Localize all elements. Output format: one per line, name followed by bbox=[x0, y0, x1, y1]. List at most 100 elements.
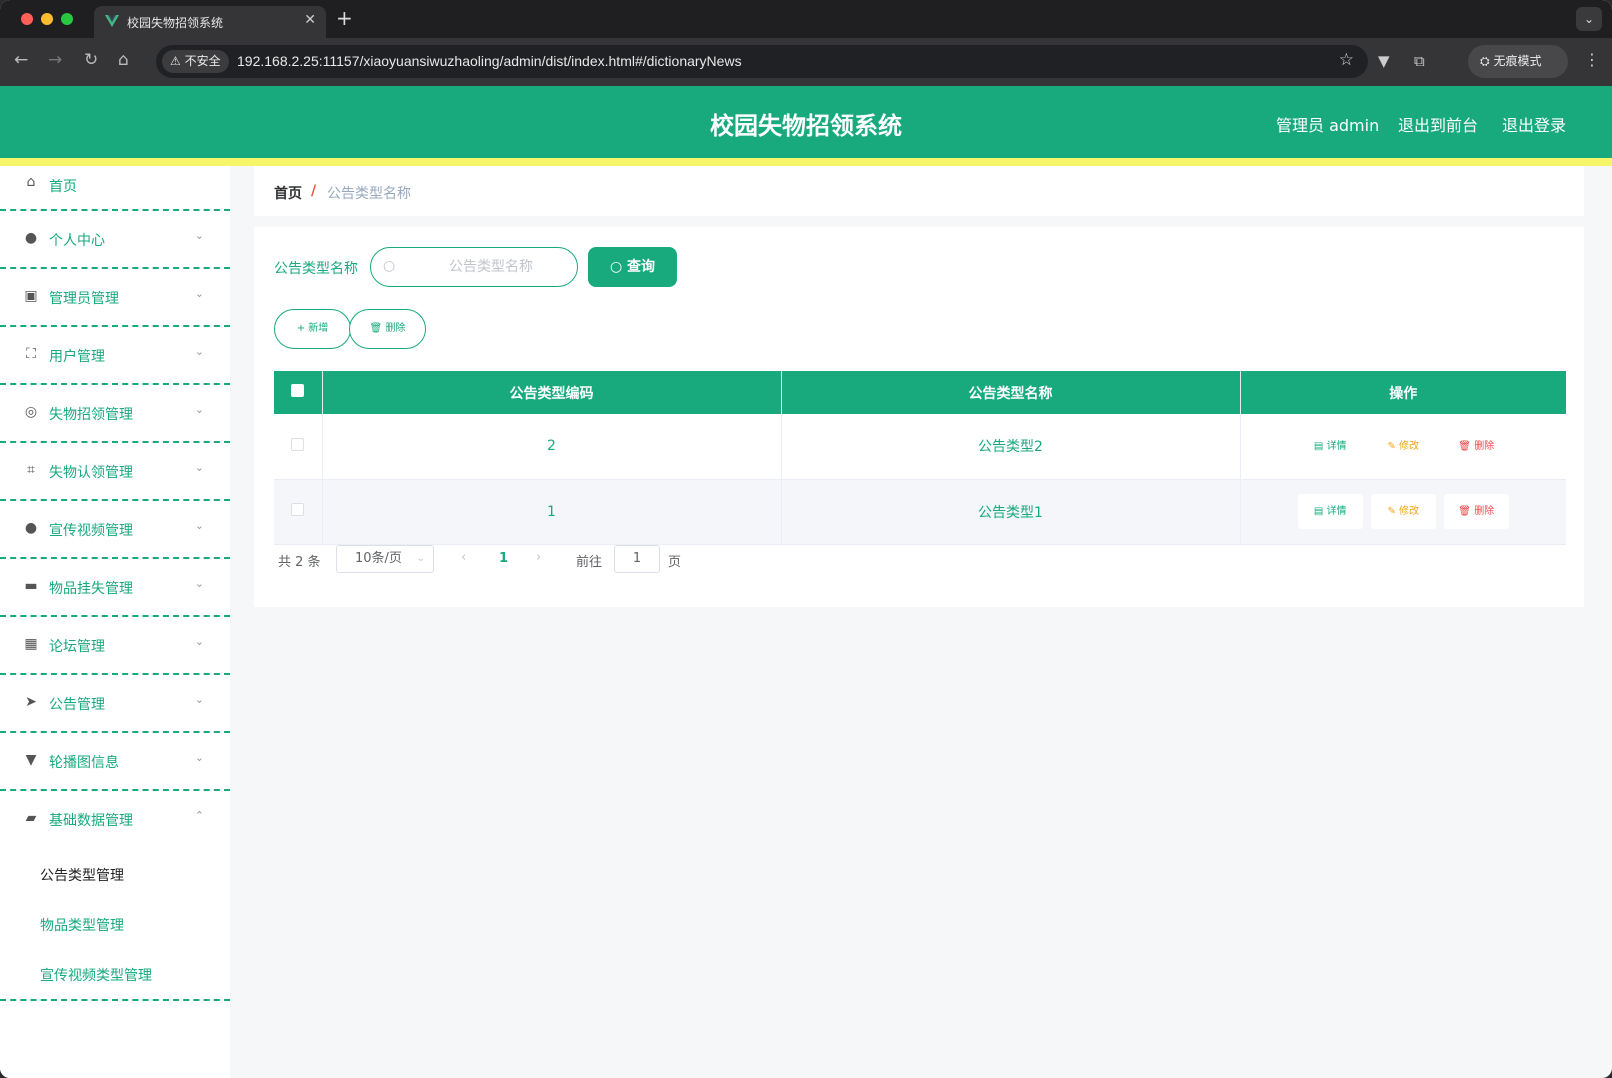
batch-delete-button[interactable]: 🗑 删除 bbox=[349, 309, 426, 349]
page-number-current[interactable]: 1 bbox=[499, 551, 508, 566]
vue-devtools-icon[interactable]: ▼ bbox=[1378, 52, 1390, 70]
reload-icon[interactable]: ↻ bbox=[84, 50, 98, 70]
sidebar-subitem-item-type[interactable]: 物品类型管理 bbox=[0, 899, 230, 949]
grid-icon: ▦ bbox=[24, 636, 38, 652]
sidebar-item-carousel-info[interactable]: ▼ 轮播图信息 ⌄ bbox=[0, 733, 230, 791]
sidebar-item-notice-management[interactable]: ➤ 公告管理 ⌄ bbox=[0, 675, 230, 733]
sidebar-item-claim-management[interactable]: ⌗ 失物认领管理 ⌄ bbox=[0, 443, 230, 501]
row-checkbox[interactable] bbox=[291, 437, 305, 451]
home-icon[interactable]: ⌂ bbox=[118, 50, 129, 70]
sidebar-item-user-management[interactable]: ⛶ 用户管理 ⌄ bbox=[0, 327, 230, 385]
browser-menu-icon[interactable]: ⋮ bbox=[1584, 50, 1600, 69]
detail-button[interactable]: ▤ 详情 bbox=[1298, 429, 1363, 464]
row-select-cell bbox=[274, 414, 323, 480]
row-checkbox[interactable] bbox=[291, 503, 305, 516]
goto-page-input[interactable]: 1 bbox=[614, 545, 660, 573]
column-header-code[interactable]: 公告类型编码 bbox=[322, 371, 782, 414]
new-tab-button[interactable]: + bbox=[336, 6, 353, 30]
chevron-down-icon: ⌄ bbox=[194, 577, 204, 590]
detail-label: 详情 bbox=[1326, 506, 1347, 517]
minimize-window-button[interactable] bbox=[41, 13, 53, 25]
sidebar-item-forum-management[interactable]: ▦ 论坛管理 ⌄ bbox=[0, 617, 230, 675]
tab-search-button[interactable]: ⌄ bbox=[1576, 7, 1602, 31]
column-header-name[interactable]: 公告类型名称 bbox=[781, 371, 1241, 414]
sidebar-subitem-video-type[interactable]: 宣传视频类型管理 bbox=[0, 949, 230, 999]
incognito-badge[interactable]: ⛭ 无痕模式 bbox=[1468, 45, 1568, 78]
incognito-label: 无痕模式 bbox=[1493, 54, 1542, 68]
detail-button[interactable]: ▤ 详情 bbox=[1297, 494, 1363, 529]
maximize-window-button[interactable] bbox=[61, 13, 73, 25]
goto-label: 前往 bbox=[576, 555, 603, 570]
detail-label: 详情 bbox=[1326, 440, 1347, 452]
trash-icon: 🗑 bbox=[369, 323, 383, 334]
breadcrumb-separator: / bbox=[311, 183, 317, 199]
tab-close-icon[interactable]: ✕ bbox=[304, 12, 316, 28]
admin-user-label: 管理员 admin bbox=[1276, 116, 1380, 135]
url-text[interactable]: 192.168.2.25:11157/xiaoyuansiwuzhaoling/… bbox=[237, 53, 742, 69]
app-header: 校园失物招领系统 管理员 admin 退出到前台 退出登录 bbox=[0, 86, 1612, 158]
sidebar-item-label: 失物认领管理 bbox=[49, 465, 133, 481]
sidebar-item-lost-found-management[interactable]: ◎ 失物招领管理 ⌄ bbox=[0, 385, 230, 443]
address-bar[interactable]: ⚠ 不安全 192.168.2.25:11157/xiaoyuansiwuzha… bbox=[156, 45, 1368, 78]
back-arrow-icon[interactable]: ← bbox=[14, 50, 28, 70]
chevron-down-icon: ⌄ bbox=[194, 229, 204, 242]
chevron-down-icon: ⌄ bbox=[194, 461, 204, 474]
sidebar-item-label: 个人中心 bbox=[49, 233, 105, 249]
sidebar-item-label: 基础数据管理 bbox=[49, 813, 133, 829]
briefcase-icon: ▬ bbox=[24, 578, 38, 594]
sidebar-item-base-data-management[interactable]: ▰ 基础数据管理 ⌃ bbox=[0, 791, 230, 849]
security-badge[interactable]: ⚠ 不安全 bbox=[162, 50, 229, 73]
browser-tab[interactable]: 校园失物招领系统 ✕ bbox=[94, 6, 326, 38]
logout-link[interactable]: 退出登录 bbox=[1502, 112, 1566, 136]
sidebar-subitem-label: 公告类型管理 bbox=[40, 868, 124, 884]
chevron-down-icon: ⌄ bbox=[194, 693, 204, 706]
cell-actions: ▤ 详情 ✎ 修改 🗑 删除 bbox=[1240, 479, 1566, 545]
edit-icon: ✎ bbox=[1387, 506, 1396, 517]
sidebar-item-label: 管理员管理 bbox=[49, 291, 119, 307]
search-input[interactable] bbox=[411, 256, 571, 278]
next-page-button[interactable]: › bbox=[536, 550, 541, 565]
chevron-down-icon: ⌄ bbox=[194, 345, 204, 358]
sidebar-item-home[interactable]: ⌂ 首页 bbox=[0, 166, 230, 211]
edit-label: 修改 bbox=[1399, 440, 1420, 452]
prev-page-button[interactable]: ‹ bbox=[461, 550, 466, 565]
edit-button[interactable]: ✎ 修改 bbox=[1371, 429, 1436, 464]
search-icon: ○ bbox=[609, 259, 623, 275]
bookmark-star-icon[interactable]: ☆ bbox=[1339, 50, 1354, 70]
delete-row-button[interactable]: 🗑 删除 bbox=[1444, 429, 1509, 464]
sidebar-item-promo-video-management[interactable]: ● 宣传视频管理 ⌄ bbox=[0, 501, 230, 559]
browser-window: 校园失物招领系统 ✕ + ⌄ ← → ↻ ⌂ ⚠ 不安全 192.168.2.2… bbox=[0, 0, 1612, 1078]
cell-code: 2 bbox=[322, 414, 782, 480]
breadcrumb-home[interactable]: 首页 bbox=[274, 183, 302, 203]
document-icon: ▤ bbox=[1313, 440, 1324, 452]
pagination-total: 共 2 条 bbox=[278, 555, 321, 570]
chevron-down-icon: ⌄ bbox=[194, 287, 204, 300]
edit-label: 修改 bbox=[1399, 506, 1420, 517]
close-window-button[interactable] bbox=[21, 13, 33, 25]
query-button[interactable]: ○ 查询 bbox=[588, 247, 677, 287]
ticket-icon: ▰ bbox=[25, 810, 37, 826]
sidebar-subitem-notice-type[interactable]: 公告类型管理 bbox=[0, 849, 230, 899]
sidebar-item-loss-report-management[interactable]: ▬ 物品挂失管理 ⌄ bbox=[0, 559, 230, 617]
table-row: 2 公告类型2 ▤ 详情 ✎ 修改 🗑 删除 bbox=[274, 414, 1566, 480]
trash-icon: 🗑 bbox=[1458, 506, 1471, 517]
edit-button[interactable]: ✎ 修改 bbox=[1370, 494, 1436, 529]
sidebar-item-label: 用户管理 bbox=[49, 349, 105, 365]
add-button[interactable]: + 新增 bbox=[274, 309, 351, 349]
document-icon: ▤ bbox=[1313, 506, 1324, 517]
sidebar-subitem-label: 宣传视频类型管理 bbox=[40, 968, 152, 984]
page-size-select[interactable]: 10条/页 ⌄ bbox=[336, 545, 434, 573]
delete-row-button[interactable]: 🗑 删除 bbox=[1443, 494, 1509, 529]
clipboard-icon: ▣ bbox=[24, 288, 38, 304]
forward-arrow-icon[interactable]: → bbox=[48, 50, 62, 70]
security-label: 不安全 bbox=[184, 54, 221, 68]
sidebar-item-personal-center[interactable]: ● 个人中心 ⌄ bbox=[0, 211, 230, 269]
header-accent-stripe bbox=[0, 158, 1612, 166]
brush-icon: ▼ bbox=[25, 752, 37, 768]
sidebar-item-label: 失物招领管理 bbox=[49, 407, 133, 423]
extensions-icon[interactable]: ⧉ bbox=[1414, 52, 1425, 70]
sidebar-item-label: 轮播图信息 bbox=[49, 755, 119, 771]
back-to-front-link[interactable]: 退出到前台 bbox=[1398, 112, 1478, 136]
sidebar-item-admin-management[interactable]: ▣ 管理员管理 ⌄ bbox=[0, 269, 230, 327]
select-all-checkbox[interactable] bbox=[291, 384, 305, 397]
